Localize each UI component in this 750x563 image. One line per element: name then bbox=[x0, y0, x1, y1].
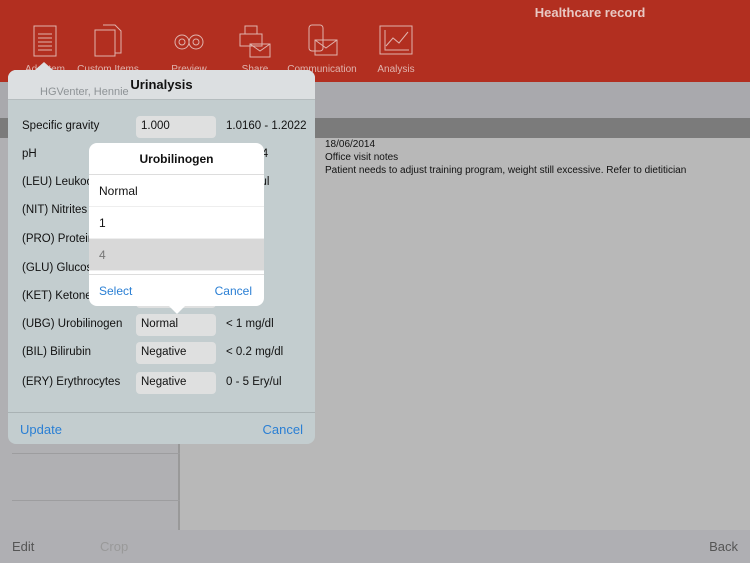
row-value-field[interactable]: Normal bbox=[136, 314, 216, 336]
update-button[interactable]: Update bbox=[20, 422, 62, 437]
tool-label: Analysis bbox=[377, 64, 415, 75]
picker-footer: Select Cancel bbox=[89, 274, 264, 306]
row-label: (KET) Ketone bbox=[22, 290, 92, 302]
cancel-button[interactable]: Cancel bbox=[263, 422, 303, 437]
picker-option-4[interactable]: 4 bbox=[89, 239, 264, 271]
app-title: Healthcare record bbox=[534, 5, 646, 20]
note-date: 18/06/2014 bbox=[325, 139, 376, 150]
row-range: < 0.2 mg/dl bbox=[226, 346, 284, 358]
row-label: (PRO) Protein bbox=[22, 233, 95, 245]
popover-arrow bbox=[35, 62, 53, 70]
row-range: 1.0160 - 1.2022 bbox=[226, 120, 307, 132]
phone-mail-icon bbox=[308, 24, 338, 56]
row-value-field[interactable]: 1.000 bbox=[136, 116, 216, 138]
row-label: (NIT) Nitrites bbox=[22, 204, 88, 216]
urobilinogen-picker: Urobilinogen Normal 1 4 Select Cancel bbox=[89, 143, 264, 314]
toolbar-analysis[interactable]: Analysis bbox=[351, 22, 441, 75]
row-value-field[interactable]: Negative bbox=[136, 342, 216, 364]
edit-button[interactable]: Edit bbox=[12, 539, 34, 554]
picker-arrow bbox=[169, 306, 185, 314]
row-range: < 1 mg/dl bbox=[226, 318, 274, 330]
toolbar-custom-items[interactable]: Custom Items bbox=[63, 22, 153, 75]
picker-option-normal[interactable]: Normal bbox=[89, 175, 264, 207]
binoculars-icon bbox=[174, 34, 204, 50]
divider bbox=[12, 500, 180, 501]
divider bbox=[12, 453, 180, 454]
row-label: (UBG) Urobilinogen bbox=[22, 318, 123, 330]
print-mail-icon bbox=[239, 25, 271, 58]
picker-select-button[interactable]: Select bbox=[99, 284, 132, 298]
patient-name[interactable]: HGVenter, Hennie bbox=[40, 86, 129, 98]
note-text: Patient needs to adjust training program… bbox=[325, 165, 687, 176]
picker-cancel-button[interactable]: Cancel bbox=[215, 284, 252, 298]
crop-button[interactable]: Crop bbox=[100, 539, 128, 554]
row-label: pH bbox=[22, 148, 37, 160]
chart-icon bbox=[379, 25, 413, 55]
row-label: (ERY) Erythrocytes bbox=[22, 376, 121, 388]
row-label: (GLU) Glucose bbox=[22, 262, 99, 274]
back-button[interactable]: Back bbox=[709, 539, 738, 554]
note-entry: 18/06/2014 Office visit notes Patient ne… bbox=[325, 138, 686, 177]
picker-option-1[interactable]: 1 bbox=[89, 207, 264, 239]
row-value-field[interactable]: Negative bbox=[136, 372, 216, 394]
bottom-toolbar: Edit Crop Back bbox=[0, 530, 750, 563]
documents-icon bbox=[94, 24, 122, 57]
note-title: Office visit notes bbox=[325, 152, 399, 163]
popover-footer: Update Cancel bbox=[8, 412, 315, 444]
row-label: (BIL) Bilirubin bbox=[22, 346, 92, 358]
notepad-icon bbox=[33, 25, 57, 57]
row-range: 0 - 5 Ery/ul bbox=[226, 376, 282, 388]
picker-title: Urobilinogen bbox=[89, 143, 264, 175]
row-label: Specific gravity bbox=[22, 120, 100, 132]
